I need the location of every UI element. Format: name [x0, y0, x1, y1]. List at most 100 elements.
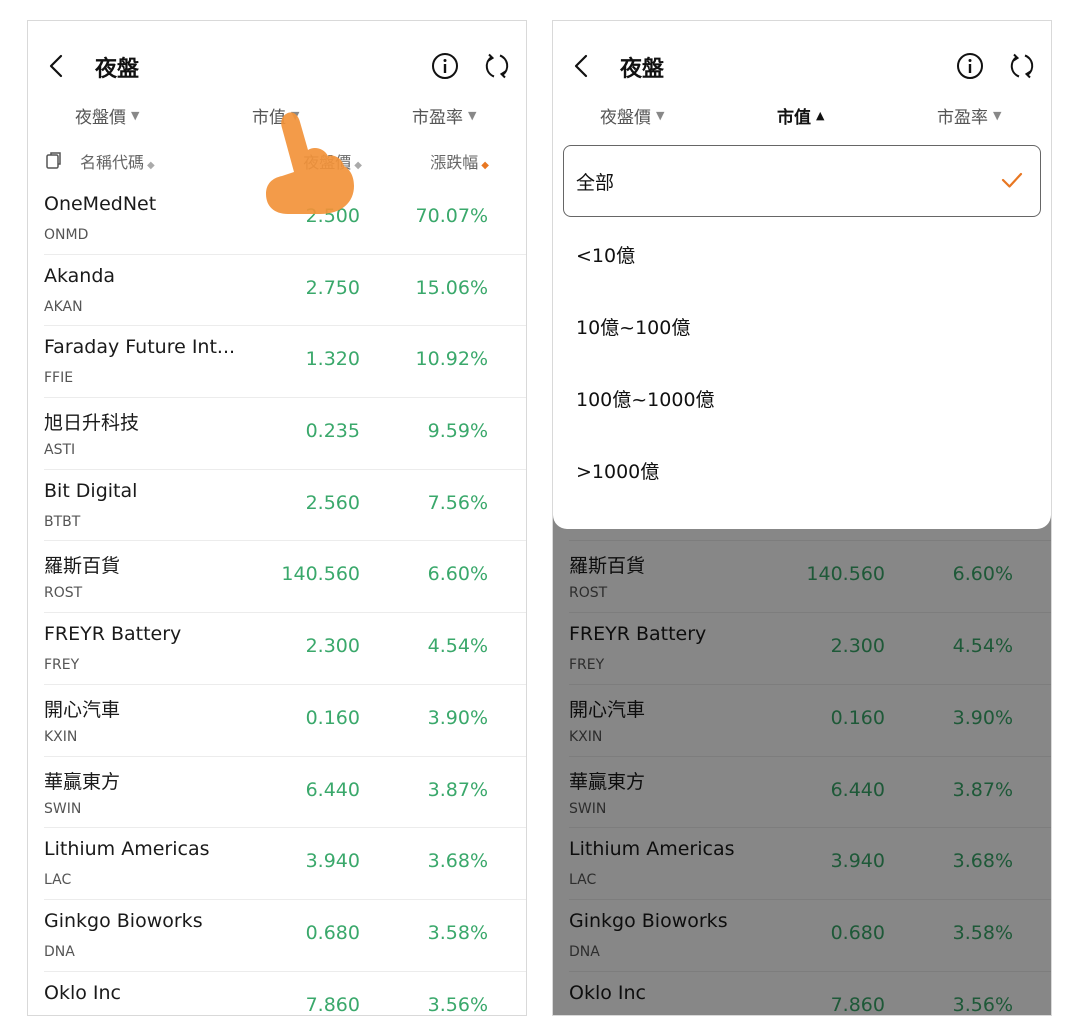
filter-night-price[interactable]: 夜盤價 ▼: [75, 103, 139, 128]
stock-price: 2.500: [305, 205, 360, 227]
stock-row[interactable]: Oklo Inc 7.860 3.56%: [44, 972, 526, 1016]
caret-down-icon: ▼: [291, 109, 300, 122]
filter-market-cap[interactable]: 市值 ▼: [252, 103, 299, 128]
caret-down-icon: ▼: [131, 109, 140, 122]
stock-code: SWIN: [44, 800, 82, 817]
refresh-icon: [1010, 53, 1034, 79]
back-button[interactable]: [567, 51, 597, 81]
option-under-1b[interactable]: <10億: [553, 217, 1051, 289]
stock-change: 9.59%: [427, 420, 488, 443]
caret-up-icon: ▲: [816, 109, 825, 122]
column-change[interactable]: 漲跌幅 ◆: [430, 149, 489, 173]
stock-code: FREY: [44, 657, 80, 674]
stock-change: 3.90%: [427, 706, 488, 729]
stock-price: 140.560: [281, 563, 360, 586]
top-bar: 夜盤: [553, 21, 1051, 111]
stock-row[interactable]: 羅斯百貨 ROST 140.560 6.60%: [44, 541, 526, 614]
caret-down-icon: ▼: [468, 109, 477, 122]
option-1b-10b[interactable]: 10億~100億: [553, 289, 1051, 361]
column-header: 名稱代碼 ◆ 夜盤價 ◆ 漲跌幅 ◆: [28, 147, 526, 177]
stock-name: Akanda: [44, 264, 116, 287]
sort-desc-icon: ◆: [481, 160, 489, 171]
top-bar: 夜盤: [28, 21, 526, 111]
filter-night-price[interactable]: 夜盤價 ▼: [600, 103, 664, 128]
left-screen: 夜盤 夜盤價 ▼ 市值 ▼ 市盈率 ▼ 名稱代碼 ◆ 夜盤價 ◆ 漲跌幅 ◆ OneMedN…: [27, 20, 527, 1016]
stock-change: 3.56%: [427, 993, 488, 1016]
column-night-price[interactable]: 夜盤價 ◆: [303, 149, 362, 173]
option-10b-100b[interactable]: 100億~1000億: [553, 361, 1051, 433]
refresh-button[interactable]: [483, 52, 511, 80]
filter-market-cap[interactable]: 市值 ▲: [777, 103, 824, 128]
stock-row[interactable]: Faraday Future Int... FFIE 1.320 10.92%: [44, 326, 526, 399]
stock-code: FFIE: [44, 370, 74, 387]
option-all[interactable]: 全部: [563, 145, 1041, 217]
copy-icon[interactable]: [44, 150, 64, 170]
stock-code: DNA: [44, 943, 75, 960]
back-button[interactable]: [42, 51, 72, 81]
stock-price: 2.750: [305, 276, 360, 299]
stock-row[interactable]: 華贏東方 SWIN 6.440 3.87%: [44, 757, 526, 829]
stock-name: Oklo Inc: [44, 981, 121, 1004]
stock-code: ASTI: [44, 442, 76, 459]
stock-price: 3.940: [305, 850, 360, 873]
stock-change: 70.07%: [415, 205, 488, 227]
stock-code: ROST: [44, 585, 83, 602]
stock-name: OneMedNet: [44, 193, 157, 215]
stock-price: 6.440: [305, 778, 360, 801]
sort-icon: ◆: [354, 160, 362, 171]
info-icon: [432, 53, 458, 79]
stock-price: 2.300: [305, 635, 360, 658]
column-name-code[interactable]: 名稱代碼 ◆: [80, 149, 155, 173]
stock-row[interactable]: OneMedNet ONMD 2.500 70.07%: [44, 183, 526, 255]
filter-bar: 夜盤價 ▼ 市值 ▼ 市盈率 ▼: [28, 103, 526, 133]
stock-code: LAC: [44, 872, 72, 889]
stock-code: BTBT: [44, 513, 81, 530]
stock-name: 開心汽車: [44, 698, 121, 721]
stock-row[interactable]: Ginkgo Bioworks DNA 0.680 3.58%: [44, 900, 526, 972]
option-over-100b[interactable]: >1000億: [553, 433, 1051, 505]
caret-down-icon: ▼: [993, 109, 1002, 122]
stock-name: 羅斯百貨: [44, 555, 121, 578]
stock-row[interactable]: Akanda AKAN 2.750 15.06%: [44, 255, 526, 327]
stock-change: 3.68%: [427, 850, 488, 873]
stock-name: Lithium Americas: [44, 838, 210, 861]
stock-code: KXIN: [44, 728, 78, 745]
stock-name: 華贏東方: [44, 770, 121, 793]
stock-name: Ginkgo Bioworks: [44, 909, 203, 932]
stock-row[interactable]: Bit Digital BTBT 2.560 7.56%: [44, 470, 526, 542]
stock-name: Bit Digital: [44, 479, 138, 502]
right-screen: OneMedNetONMD2.50070.07% AkandaAKAN2.750…: [552, 20, 1052, 1016]
chevron-left-icon: [574, 54, 588, 78]
stock-change: 3.58%: [427, 921, 488, 944]
info-button[interactable]: [956, 52, 984, 80]
page-title: 夜盤: [95, 57, 140, 82]
stock-code: ONMD: [44, 227, 89, 243]
market-cap-options: 全部 <10億 10億~100億 100億~1000億 >1000億: [553, 145, 1051, 505]
stock-row[interactable]: Lithium Americas LAC 3.940 3.68%: [44, 828, 526, 900]
info-button[interactable]: [431, 52, 459, 80]
filter-bar: 夜盤價 ▼ 市值 ▲ 市盈率 ▼: [553, 103, 1051, 133]
stock-name: 旭日升科技: [44, 412, 140, 435]
stock-price: 0.680: [305, 921, 360, 944]
stock-change: 10.92%: [415, 348, 488, 371]
stock-row[interactable]: 開心汽車 KXIN 0.160 3.90%: [44, 685, 526, 757]
stock-list: OneMedNet ONMD 2.500 70.07% Akanda AKAN 2.750…: [28, 183, 526, 1016]
caret-down-icon: ▼: [656, 109, 665, 122]
sort-icon: ◆: [147, 160, 155, 171]
stock-row[interactable]: 旭日升科技 ASTI 0.235 9.59%: [44, 398, 526, 470]
refresh-button[interactable]: [1008, 52, 1036, 80]
stock-price: 1.320: [305, 348, 360, 371]
stock-change: 15.06%: [415, 276, 488, 299]
stock-change: 4.54%: [427, 635, 488, 658]
stock-price: 0.235: [305, 420, 360, 443]
filter-pe-ratio[interactable]: 市盈率 ▼: [412, 103, 476, 128]
info-icon: [957, 53, 983, 79]
stock-row[interactable]: FREYR Battery FREY 2.300 4.54%: [44, 613, 526, 685]
stock-change: 7.56%: [427, 491, 488, 514]
filter-pe-ratio[interactable]: 市盈率 ▼: [937, 103, 1001, 128]
stock-name: Faraday Future Int...: [44, 336, 236, 359]
stock-price: 0.160: [305, 706, 360, 729]
stock-price: 7.860: [305, 993, 360, 1016]
market-cap-dropdown: 夜盤 夜盤價 ▼ 市值 ▲ 市盈率 ▼ 全部 <10億 10億~100億 100億~1…: [553, 21, 1051, 529]
stock-code: AKAN: [44, 298, 83, 315]
